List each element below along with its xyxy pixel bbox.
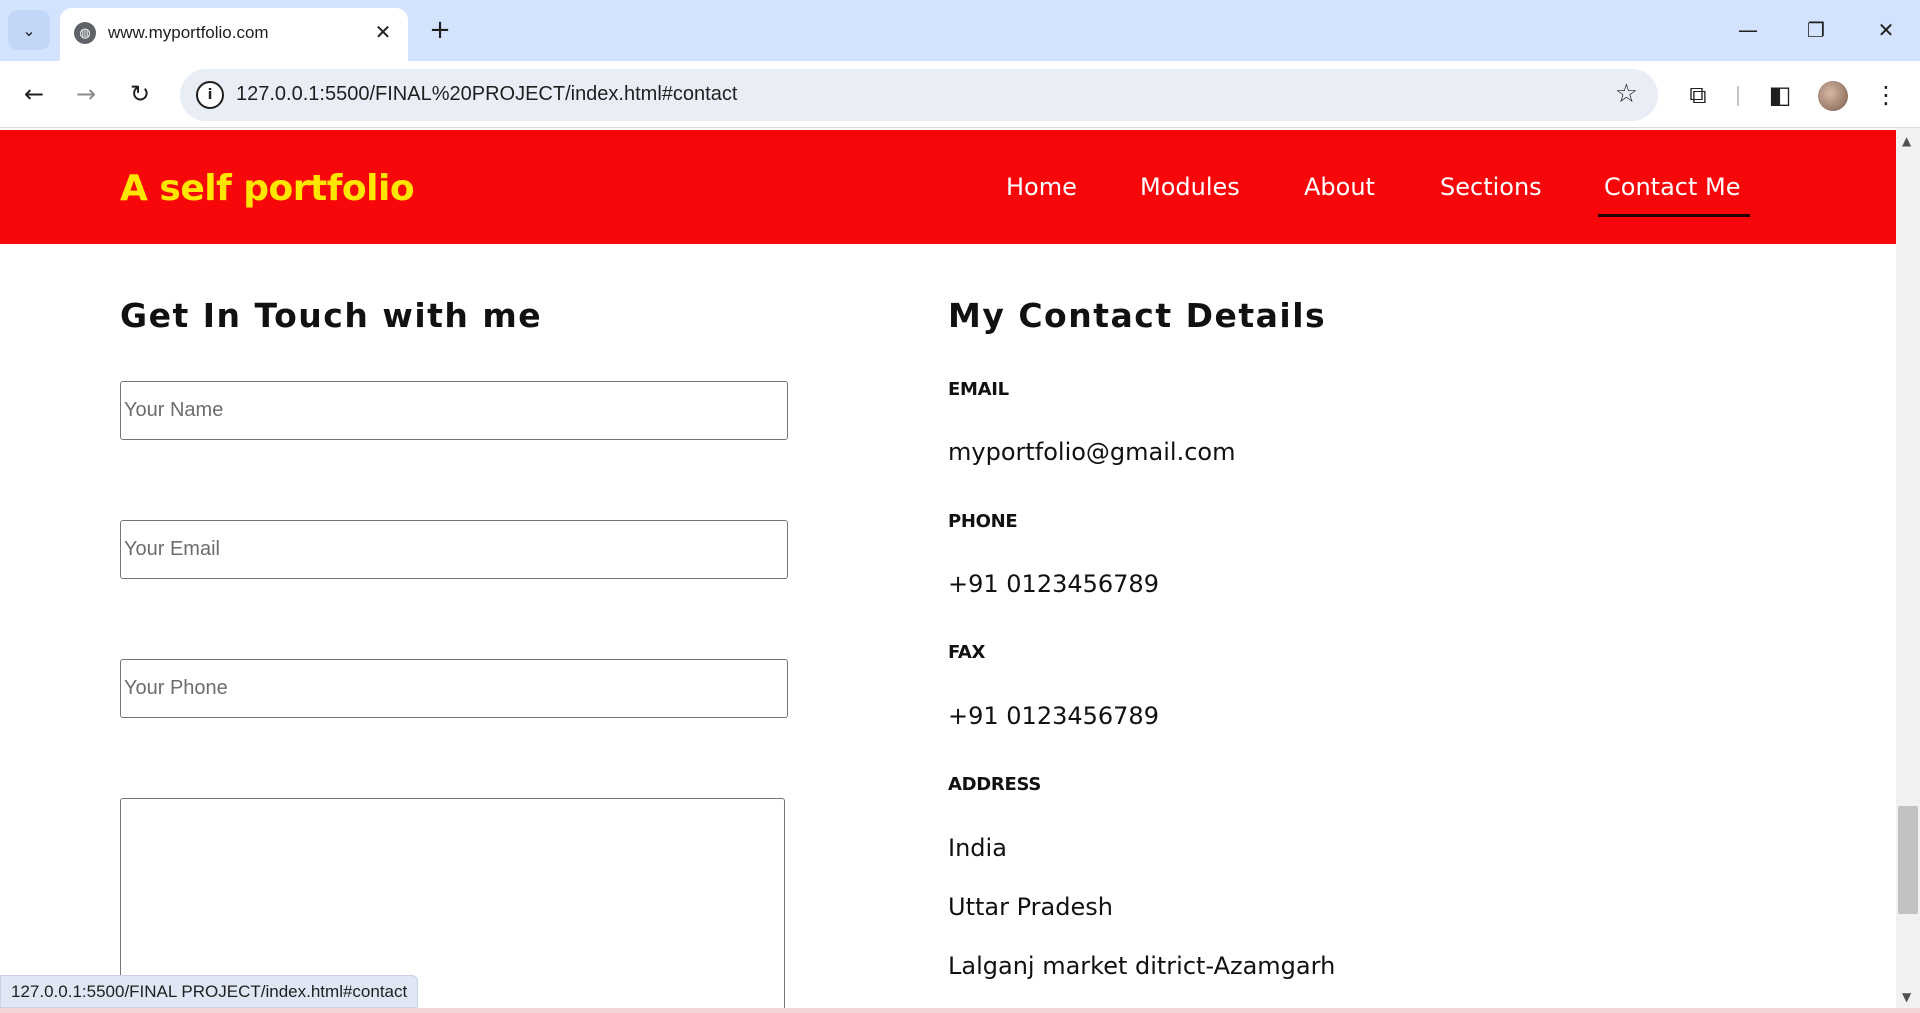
puzzle-icon[interactable]: ⧉: [1678, 75, 1718, 115]
toolbar-divider: [1737, 86, 1739, 106]
reload-icon[interactable]: ↻: [120, 74, 160, 114]
plus-icon[interactable]: +: [424, 12, 456, 48]
phone-field[interactable]: [120, 659, 788, 718]
nav-link-home[interactable]: Home: [1006, 173, 1077, 201]
page-viewport: A self portfolio Home Modules About Sect…: [0, 128, 1896, 1008]
scroll-up-icon[interactable]: ▲: [1902, 134, 1911, 148]
address-bar[interactable]: i 127.0.0.1:5500/FINAL%20PROJECT/index.h…: [180, 69, 1658, 121]
fax-value: +91 0123456789: [948, 702, 1159, 730]
nav-link-about[interactable]: About: [1304, 173, 1375, 201]
form-title: Get In Touch with me: [120, 296, 543, 335]
fax-label: FAX: [948, 642, 986, 663]
window-close-icon[interactable]: ✕: [1858, 8, 1914, 52]
chevron-down-icon[interactable]: ⌄: [8, 10, 50, 50]
phone-value: +91 0123456789: [948, 570, 1159, 598]
site-logo[interactable]: A self portfolio: [120, 168, 415, 209]
forward-arrow-icon[interactable]: →: [66, 74, 106, 114]
address-line-locality: Lalganj market ditrict-Azamgarh: [948, 952, 1336, 980]
address-line-country: India: [948, 834, 1007, 862]
nav-link-contact[interactable]: Contact Me: [1604, 173, 1740, 201]
email-field[interactable]: [120, 520, 788, 579]
minimize-icon[interactable]: —: [1720, 8, 1776, 52]
side-panel-icon[interactable]: ◧: [1760, 75, 1800, 115]
kebab-menu-icon[interactable]: ⋮: [1866, 75, 1906, 115]
contact-title: My Contact Details: [948, 296, 1327, 335]
scroll-down-icon[interactable]: ▼: [1902, 990, 1911, 1004]
tab-strip: ⌄ ◍ www.myportfolio.com ✕ + — ❐ ✕: [0, 0, 1920, 61]
nav-link-modules[interactable]: Modules: [1140, 173, 1240, 201]
tab-title: www.myportfolio.com: [108, 23, 269, 42]
name-field[interactable]: [120, 381, 788, 440]
email-label: EMAIL: [948, 379, 1009, 400]
window-bottom-edge: [0, 1008, 1920, 1013]
phone-label: PHONE: [948, 511, 1018, 532]
restore-icon[interactable]: ❐: [1788, 8, 1844, 52]
back-arrow-icon[interactable]: ←: [14, 74, 54, 114]
browser-toolbar: ← → ↻ i 127.0.0.1:5500/FINAL%20PROJECT/i…: [0, 61, 1920, 128]
link-status-bar: 127.0.0.1:5500/FINAL PROJECT/index.html#…: [0, 975, 419, 1008]
browser-tab[interactable]: ◍ www.myportfolio.com ✕: [60, 8, 408, 61]
avatar[interactable]: [1818, 81, 1848, 111]
active-nav-underline: [1598, 214, 1750, 217]
info-icon[interactable]: i: [196, 81, 224, 109]
nav-link-sections[interactable]: Sections: [1440, 173, 1542, 201]
address-line-state: Uttar Pradesh: [948, 893, 1113, 921]
site-header: A self portfolio Home Modules About Sect…: [0, 130, 1896, 244]
close-icon[interactable]: ✕: [370, 19, 396, 45]
address-label: ADDRESS: [948, 774, 1041, 795]
globe-icon: ◍: [74, 22, 96, 44]
url-text[interactable]: 127.0.0.1:5500/FINAL%20PROJECT/index.htm…: [236, 83, 737, 106]
email-value: myportfolio@gmail.com: [948, 438, 1236, 466]
star-icon[interactable]: ☆: [1615, 79, 1638, 109]
scrollbar-thumb[interactable]: [1898, 806, 1918, 914]
